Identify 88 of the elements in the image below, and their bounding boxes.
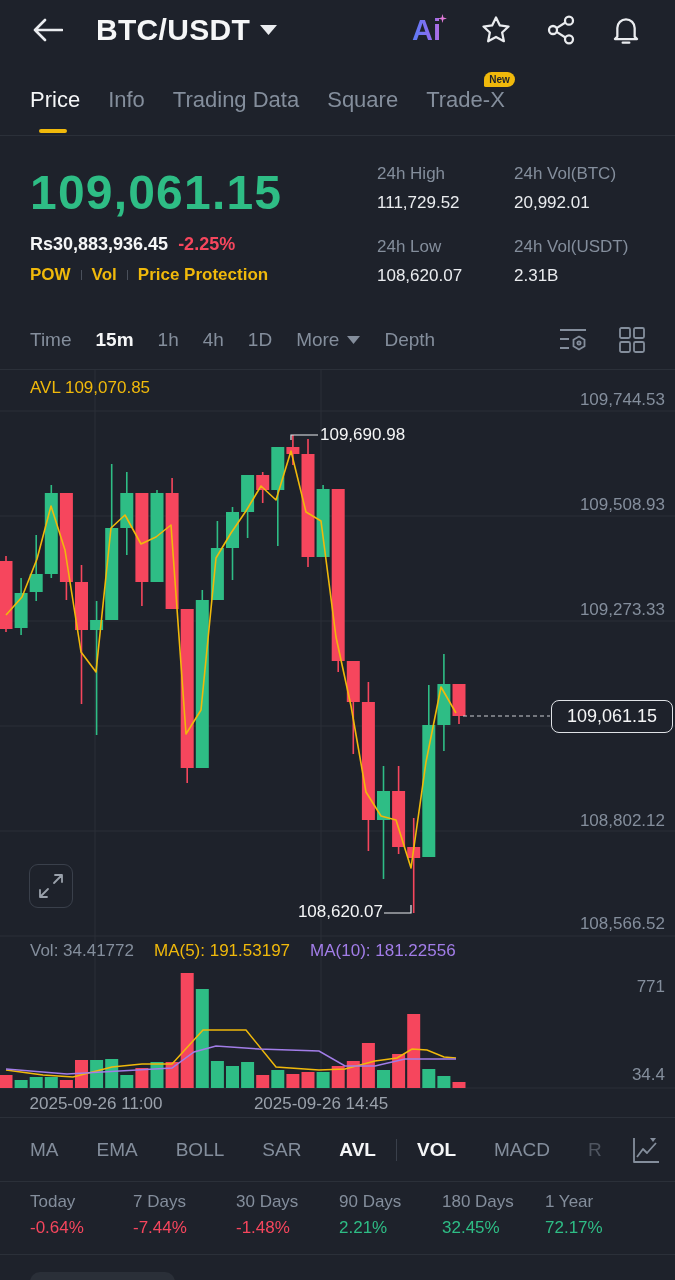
tab[interactable]: Info xyxy=(108,86,145,113)
stat-value: 111,729.52 xyxy=(377,192,461,214)
period-change: -7.44% xyxy=(133,1217,188,1239)
new-badge: New xyxy=(484,72,515,87)
period-label: 1 Year xyxy=(545,1191,595,1213)
candlestick xyxy=(29,534,43,602)
leader-line xyxy=(290,434,319,441)
volume-bar xyxy=(377,1070,390,1088)
current-price-tag: 109,061.15 xyxy=(551,700,673,733)
y-axis-label: 34.4 xyxy=(631,1065,665,1085)
tag-link[interactable]: POW xyxy=(30,263,71,287)
volume-bar xyxy=(331,1066,345,1088)
volume-bar xyxy=(271,1070,285,1088)
candlestick xyxy=(14,577,28,636)
expand-arrows-icon xyxy=(38,873,64,899)
volume-bar xyxy=(286,1074,300,1088)
stat-label: 24h Vol(USDT) xyxy=(514,236,629,258)
leader-line xyxy=(383,904,412,914)
grid-layout-icon[interactable] xyxy=(619,326,645,353)
period-label: 90 Days xyxy=(339,1191,403,1213)
interval-option[interactable]: Depth xyxy=(384,326,436,353)
tab[interactable]: Trade-X xyxy=(426,86,505,113)
volume-value: Vol: 34.41772 xyxy=(30,941,134,961)
caret-down-icon xyxy=(260,25,278,35)
chart-indicator-icon[interactable] xyxy=(632,1135,660,1164)
stat-value: 108,620.07 xyxy=(377,265,464,287)
indicator-tab[interactable]: MACD xyxy=(494,1136,550,1163)
indicator-tab[interactable]: BOLL xyxy=(175,1136,225,1163)
period-change: -1.48% xyxy=(236,1217,291,1239)
period-change: -0.64% xyxy=(30,1217,85,1239)
tag-link[interactable]: Price Protection xyxy=(137,263,269,287)
tab[interactable]: Square xyxy=(327,86,399,113)
volume-bar xyxy=(301,1072,315,1088)
interval-option[interactable]: 15m xyxy=(95,326,134,353)
sparkle-icon xyxy=(438,14,447,23)
low-price-label: 108,620.07 xyxy=(297,902,383,922)
interval-option[interactable]: 1D xyxy=(247,326,273,353)
tab-underline xyxy=(39,129,68,133)
tab[interactable]: Price xyxy=(30,86,81,113)
stat-label: 24h High xyxy=(377,163,447,185)
high-price-label: 109,690.98 xyxy=(320,425,406,445)
price-change: -2.25% xyxy=(178,233,236,256)
ma5-value: MA(5): 191.53197 xyxy=(154,941,291,961)
y-axis-label: 109,744.53 xyxy=(579,390,665,410)
interval-option[interactable]: 4h xyxy=(202,326,224,353)
period-label: 180 Days xyxy=(442,1191,515,1213)
y-axis-label: 109,273.33 xyxy=(579,600,665,620)
indicator-tab[interactable]: SAR xyxy=(262,1136,302,1163)
fullscreen-button[interactable] xyxy=(29,864,73,908)
ma10-value: MA(10): 181.22556 xyxy=(310,941,456,961)
caret-down-icon xyxy=(347,335,361,344)
period-label: Today xyxy=(30,1191,77,1213)
indicator-tab[interactable]: MA xyxy=(30,1136,59,1163)
period-change: 2.21% xyxy=(339,1217,389,1239)
last-price: 109,061.15 xyxy=(30,165,284,221)
indicator-tab[interactable]: VOL xyxy=(416,1136,456,1163)
share-icon[interactable] xyxy=(545,14,577,46)
tab[interactable]: Trading Data xyxy=(172,86,300,113)
pair-selector[interactable]: BTC/USDT xyxy=(96,12,278,48)
interval-option[interactable]: 1h xyxy=(157,326,179,353)
volume-bar xyxy=(75,1060,88,1088)
period-label: 30 Days xyxy=(236,1191,300,1213)
stat-label: 24h Low xyxy=(377,236,443,258)
tag-link[interactable]: Vol xyxy=(91,263,117,287)
time-axis-label: 2025-09-26 14:45 xyxy=(253,1094,389,1114)
stat-value: 2.31B xyxy=(514,265,560,287)
volume-bar xyxy=(226,1066,239,1088)
chart-settings-icon[interactable] xyxy=(559,326,587,353)
indicator-tab[interactable]: EMA xyxy=(96,1136,138,1163)
avl-label: AVL 109,070.85 xyxy=(30,378,151,398)
period-change: 32.45% xyxy=(442,1217,501,1239)
volume-bar xyxy=(29,1077,43,1088)
y-axis-label: 109,508.93 xyxy=(579,495,665,515)
back-arrow-icon[interactable] xyxy=(33,18,63,42)
interval-option[interactable]: More xyxy=(296,326,361,353)
stat-label: 24h Vol(BTC) xyxy=(514,163,618,185)
y-axis-label: 108,566.52 xyxy=(579,914,665,934)
time-axis-label: 2025-09-26 11:00 xyxy=(29,1094,163,1114)
interval-option[interactable]: Time xyxy=(30,326,72,353)
period-change: 72.17% xyxy=(545,1217,604,1239)
y-axis-label: 771 xyxy=(636,977,665,997)
stat-value: 20,992.01 xyxy=(514,192,591,214)
y-axis-label: 108,802.12 xyxy=(579,811,665,831)
indicator-tab[interactable]: AVL xyxy=(339,1136,376,1163)
volume-bar xyxy=(316,1072,330,1088)
period-label: 7 Days xyxy=(133,1191,187,1213)
volume-bar xyxy=(44,1077,58,1088)
fiat-price: Rs30,883,936.45 xyxy=(30,233,169,256)
